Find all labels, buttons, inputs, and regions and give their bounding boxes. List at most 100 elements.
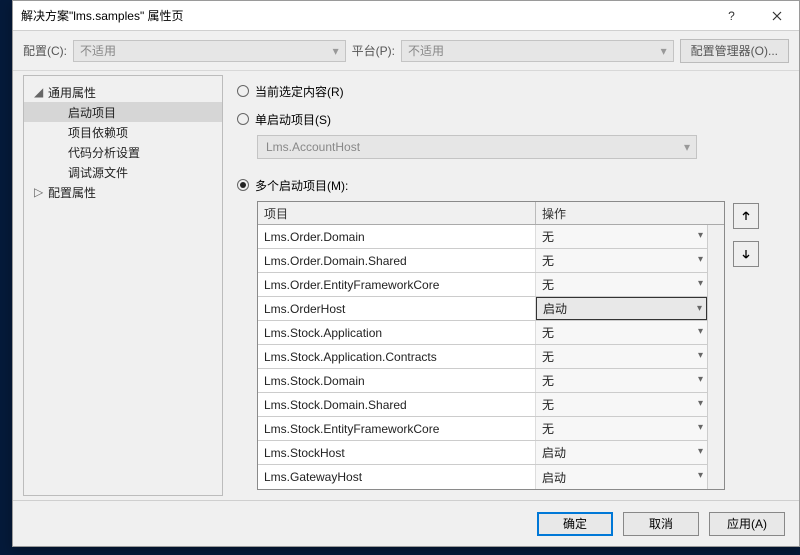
radio-icon xyxy=(237,85,249,97)
table-row[interactable]: Lms.Stock.Domain无▾ xyxy=(258,369,707,393)
expander-open-icon: ◢ xyxy=(34,85,48,99)
tree-label: 配置属性 xyxy=(48,184,96,201)
table-row[interactable]: Lms.OrderHost启动▾ xyxy=(258,297,707,321)
project-cell: Lms.Stock.EntityFrameworkCore xyxy=(258,417,536,440)
button-label: 取消 xyxy=(649,515,673,532)
col-project[interactable]: 项目 xyxy=(258,202,536,224)
project-cell: Lms.Stock.Application xyxy=(258,321,536,344)
tree-node-startup[interactable]: 启动项目 xyxy=(24,102,222,122)
toolbar: 配置(C): 不适用 ▾ 平台(P): 不适用 ▾ 配置管理器(O)... xyxy=(13,31,799,71)
move-up-button[interactable] xyxy=(733,203,759,229)
project-cell: Lms.StockHost xyxy=(258,441,536,464)
project-cell: Lms.Order.Domain xyxy=(258,225,536,248)
platform-value: 不适用 xyxy=(408,42,444,59)
tree-label: 通用属性 xyxy=(48,84,96,101)
action-value: 无 xyxy=(542,348,554,365)
action-cell[interactable]: 启动▾ xyxy=(536,441,707,464)
chevron-down-icon: ▾ xyxy=(698,254,703,265)
config-manager-button[interactable]: 配置管理器(O)... xyxy=(680,39,789,63)
table-row[interactable]: Lms.Order.Domain.Shared无▾ xyxy=(258,249,707,273)
button-label: 应用(A) xyxy=(727,515,767,532)
radio-label: 单启动项目(S) xyxy=(255,111,331,128)
project-cell: Lms.GatewayHost xyxy=(258,465,536,489)
vertical-scrollbar[interactable] xyxy=(707,225,724,489)
tree-node-code-analysis[interactable]: 代码分析设置 xyxy=(24,142,222,162)
dialog-window: 解决方案"lms.samples" 属性页 ? 配置(C): 不适用 ▾ 平台(… xyxy=(12,0,800,547)
action-cell[interactable]: 无▾ xyxy=(536,249,707,272)
single-startup-combo[interactable]: Lms.AccountHost ▾ xyxy=(257,135,697,159)
move-buttons xyxy=(733,201,759,490)
radio-label: 当前选定内容(R) xyxy=(255,83,344,100)
apply-button[interactable]: 应用(A) xyxy=(709,512,785,536)
table-row[interactable]: Lms.Order.Domain无▾ xyxy=(258,225,707,249)
chevron-down-icon: ▾ xyxy=(698,422,703,433)
action-cell[interactable]: 无▾ xyxy=(536,369,707,392)
action-cell[interactable]: 无▾ xyxy=(536,393,707,416)
project-cell: Lms.OrderHost xyxy=(258,297,536,320)
tree-node-common[interactable]: ◢ 通用属性 xyxy=(24,82,222,102)
table-row[interactable]: Lms.Stock.Domain.Shared无▾ xyxy=(258,393,707,417)
action-value: 无 xyxy=(542,276,554,293)
tree-node-debug-src[interactable]: 调试源文件 xyxy=(24,162,222,182)
action-cell[interactable]: 启动▾ xyxy=(536,297,707,320)
action-cell[interactable]: 无▾ xyxy=(536,417,707,440)
action-cell[interactable]: 启动▾ xyxy=(536,465,707,489)
project-cell: Lms.Stock.Domain.Shared xyxy=(258,393,536,416)
chevron-down-icon: ▾ xyxy=(698,230,703,241)
tree-node-config-props[interactable]: ▷ 配置属性 xyxy=(24,182,222,202)
cancel-button[interactable]: 取消 xyxy=(623,512,699,536)
action-value: 无 xyxy=(542,372,554,389)
tree-label: 项目依赖项 xyxy=(68,124,128,141)
move-down-button[interactable] xyxy=(733,241,759,267)
action-cell[interactable]: 无▾ xyxy=(536,321,707,344)
action-value: 无 xyxy=(542,228,554,245)
table-row[interactable]: Lms.Stock.Application.Contracts无▾ xyxy=(258,345,707,369)
table-row[interactable]: Lms.Order.EntityFrameworkCore无▾ xyxy=(258,273,707,297)
action-value: 启动 xyxy=(543,300,567,317)
tree-label: 代码分析设置 xyxy=(68,144,140,161)
table-row[interactable]: Lms.GatewayHost启动▾ xyxy=(258,465,707,489)
close-icon xyxy=(772,11,782,21)
arrow-up-icon xyxy=(740,210,752,222)
arrow-down-icon xyxy=(740,248,752,260)
radio-single-startup[interactable]: 单启动项目(S) xyxy=(237,107,785,131)
project-cell: Lms.Order.EntityFrameworkCore xyxy=(258,273,536,296)
action-value: 无 xyxy=(542,396,554,413)
startup-grid[interactable]: 项目 操作 Lms.Order.Domain无▾Lms.Order.Domain… xyxy=(257,201,725,490)
table-row[interactable]: Lms.Stock.EntityFrameworkCore无▾ xyxy=(258,417,707,441)
action-value: 无 xyxy=(542,324,554,341)
table-row[interactable]: Lms.StockHost启动▾ xyxy=(258,441,707,465)
help-icon: ? xyxy=(728,9,735,23)
radio-multi-startup[interactable]: 多个启动项目(M): xyxy=(237,173,785,197)
chevron-down-icon: ▾ xyxy=(698,350,703,361)
radio-current-selection[interactable]: 当前选定内容(R) xyxy=(237,79,785,103)
project-cell: Lms.Order.Domain.Shared xyxy=(258,249,536,272)
button-label: 确定 xyxy=(563,515,587,532)
table-row[interactable]: Lms.Stock.Application无▾ xyxy=(258,321,707,345)
nav-tree[interactable]: ◢ 通用属性 启动项目 项目依赖项 代码分析设置 调试源文件 ▷ 配置属性 xyxy=(23,75,223,496)
radio-checked-icon xyxy=(237,179,249,191)
help-button[interactable]: ? xyxy=(709,1,754,31)
footer: 确定 取消 应用(A) xyxy=(13,500,799,546)
action-cell[interactable]: 无▾ xyxy=(536,345,707,368)
grid-area: 项目 操作 Lms.Order.Domain无▾Lms.Order.Domain… xyxy=(257,201,785,490)
action-cell[interactable]: 无▾ xyxy=(536,273,707,296)
window-title: 解决方案"lms.samples" 属性页 xyxy=(21,7,709,24)
main-area: ◢ 通用属性 启动项目 项目依赖项 代码分析设置 调试源文件 ▷ 配置属性 xyxy=(13,71,799,500)
action-value: 无 xyxy=(542,252,554,269)
chevron-down-icon: ▾ xyxy=(698,326,703,337)
ok-button[interactable]: 确定 xyxy=(537,512,613,536)
radio-label: 多个启动项目(M): xyxy=(255,177,348,194)
config-value: 不适用 xyxy=(80,42,116,59)
platform-combo[interactable]: 不适用 ▾ xyxy=(401,40,674,62)
config-combo[interactable]: 不适用 ▾ xyxy=(73,40,346,62)
close-button[interactable] xyxy=(754,1,799,31)
config-label: 配置(C): xyxy=(23,42,67,59)
radio-icon xyxy=(237,113,249,125)
chevron-down-icon: ▾ xyxy=(698,398,703,409)
single-startup-value: Lms.AccountHost xyxy=(266,140,360,154)
tree-node-deps[interactable]: 项目依赖项 xyxy=(24,122,222,142)
config-manager-label: 配置管理器(O)... xyxy=(691,42,778,59)
action-cell[interactable]: 无▾ xyxy=(536,225,707,248)
col-action[interactable]: 操作 xyxy=(536,202,724,224)
